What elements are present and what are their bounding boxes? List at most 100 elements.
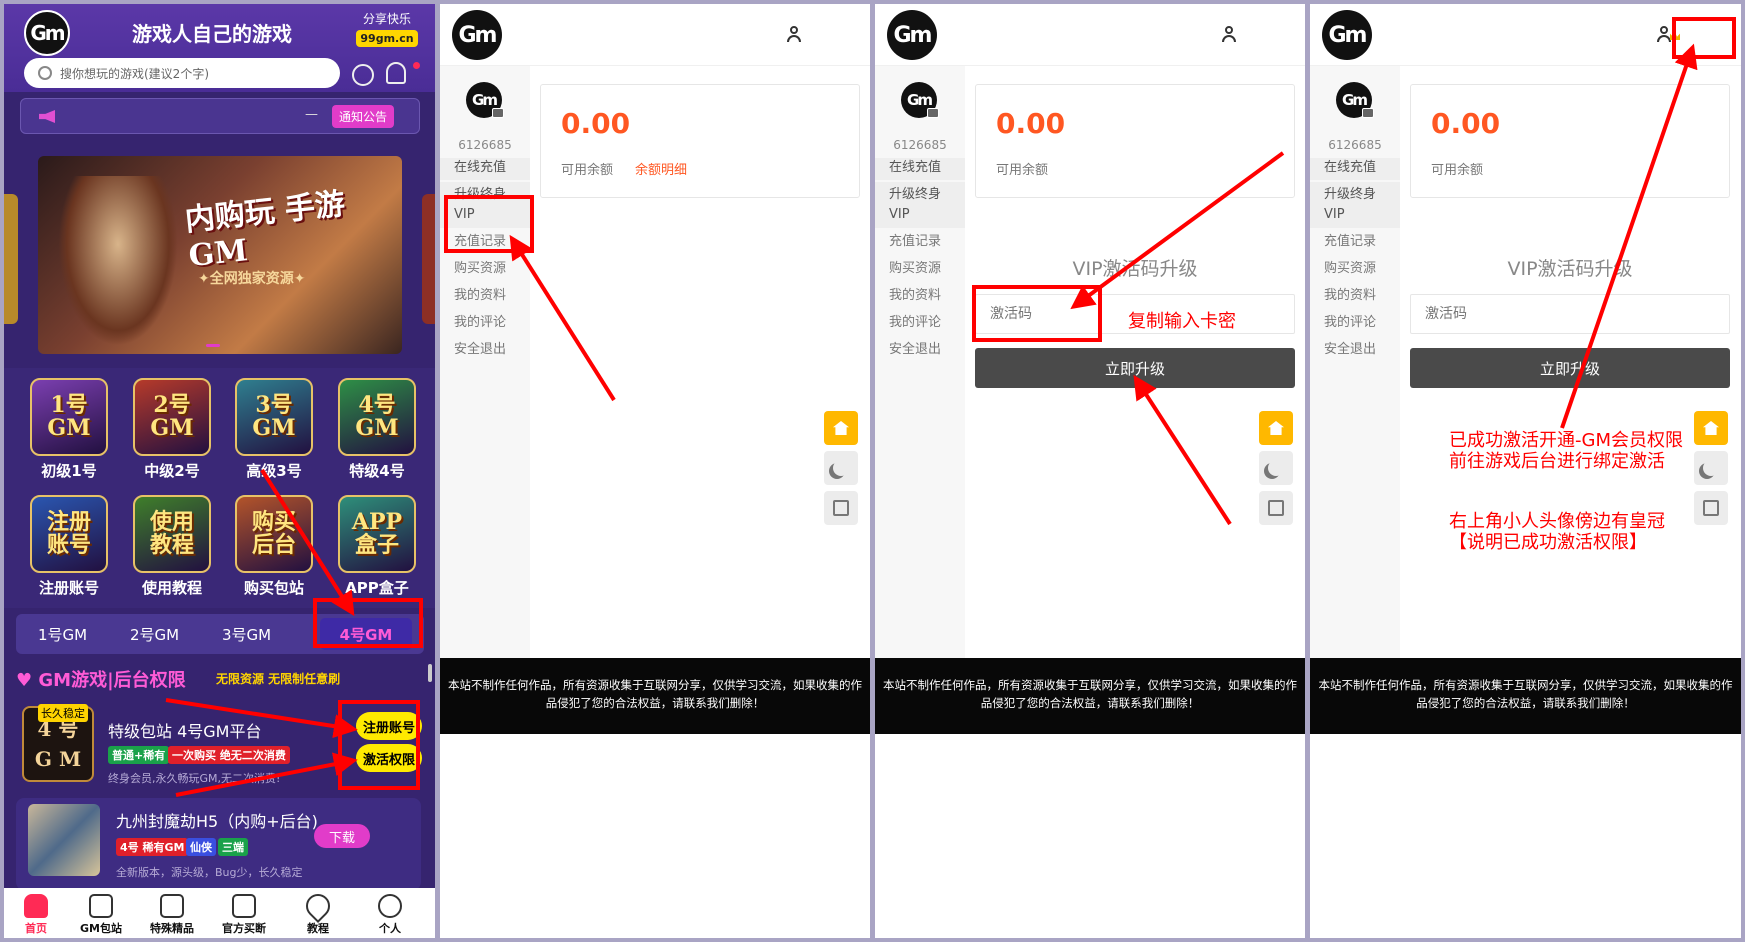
sidebar-item-logout[interactable]: 安全退出 bbox=[875, 340, 965, 360]
category-tile[interactable]: 2号 GM 中级2号 bbox=[129, 378, 215, 481]
home-button[interactable] bbox=[824, 411, 858, 445]
tag-one-time: 一次购买 绝无二次消费 bbox=[168, 746, 290, 764]
grid-icon bbox=[160, 894, 184, 918]
tab-2gm[interactable]: 2号GM bbox=[130, 624, 179, 645]
upgrade-now-button[interactable]: 立即升级 bbox=[975, 348, 1295, 388]
sidebar-item-recharge-history[interactable]: 充值记录 bbox=[875, 232, 965, 252]
sidebar-item-purchase[interactable]: 购买资源 bbox=[440, 259, 530, 279]
home-button[interactable] bbox=[1259, 411, 1293, 445]
gm-logo[interactable]: Gm bbox=[887, 10, 937, 60]
home-icon bbox=[1703, 421, 1719, 435]
tile-label: 购买包站 bbox=[243, 579, 304, 597]
camera-icon[interactable] bbox=[927, 108, 939, 118]
category-tile[interactable]: 使用 教程 使用教程 bbox=[129, 495, 215, 598]
header: Gm bbox=[440, 4, 870, 66]
moon-icon bbox=[833, 460, 849, 476]
category-tile[interactable]: 1号 GM 初级1号 bbox=[26, 378, 112, 481]
sidebar-item-recharge[interactable]: 在线充值 bbox=[1310, 158, 1400, 180]
nav-gm-package[interactable]: GM包站 bbox=[71, 888, 131, 936]
nav-tutorial[interactable]: 教程 bbox=[288, 888, 348, 936]
tile-art: 3号 GM bbox=[235, 378, 313, 456]
disclaimer-footer: 本站不制作任何作品，所有资源收集于互联网分享，仅供学习交流，如果收集的作品侵犯了… bbox=[1310, 658, 1741, 734]
translate-button[interactable] bbox=[824, 491, 858, 525]
home-button[interactable] bbox=[1694, 411, 1728, 445]
sidebar-item-purchase[interactable]: 购买资源 bbox=[875, 259, 965, 279]
balance-detail-link[interactable]: 余额明细 bbox=[635, 159, 687, 178]
sidebar-item-recharge[interactable]: 在线充值 bbox=[440, 158, 530, 180]
sidebar-item-purchase[interactable]: 购买资源 bbox=[1310, 259, 1400, 279]
balance-amount: 0.00 bbox=[996, 107, 1066, 140]
sidebar-item-recharge-history[interactable]: 充值记录 bbox=[1310, 232, 1400, 252]
sidebar-item-vip-upgrade[interactable]: 升级终身 VIP bbox=[1310, 182, 1400, 228]
activation-code-input[interactable] bbox=[1410, 294, 1730, 334]
speaker-icon bbox=[39, 110, 55, 123]
tag-normal-rare: 普通+稀有 bbox=[108, 746, 170, 764]
sidebar-item-profile[interactable]: 我的资料 bbox=[875, 286, 965, 306]
gm-logo[interactable]: Gm bbox=[1322, 10, 1372, 60]
home-icon bbox=[24, 894, 48, 918]
nav-label: GM包站 bbox=[80, 922, 122, 935]
moon-icon bbox=[1268, 460, 1284, 476]
download-button[interactable]: 下载 bbox=[314, 824, 370, 848]
sidebar-item-vip-upgrade[interactable]: 升级终身 VIP bbox=[875, 182, 965, 228]
category-tile[interactable]: 3号 GM 高级3号 bbox=[231, 378, 317, 481]
grid-icon bbox=[89, 894, 113, 918]
sidebar-item-profile[interactable]: 我的资料 bbox=[440, 286, 530, 306]
dark-mode-button[interactable] bbox=[1694, 451, 1728, 485]
user-icon[interactable] bbox=[1656, 26, 1680, 42]
user-id: 6126685 bbox=[1328, 138, 1382, 152]
nav-label: 首页 bbox=[25, 922, 47, 935]
nav-profile[interactable]: 个人 bbox=[360, 888, 420, 936]
tile-label: 初级1号 bbox=[41, 462, 97, 480]
gm-logo[interactable]: Gm bbox=[452, 10, 502, 60]
sidebar-item-comments[interactable]: 我的评论 bbox=[440, 313, 530, 333]
share-badge[interactable]: 分享快乐 99gm.cn bbox=[356, 10, 418, 47]
tab-3gm[interactable]: 3号GM bbox=[222, 624, 271, 645]
camera-icon[interactable] bbox=[1362, 108, 1374, 118]
nav-official-buyout[interactable]: 官方买断 bbox=[214, 888, 274, 936]
user-icon[interactable] bbox=[1221, 26, 1237, 42]
user-icon[interactable] bbox=[786, 26, 802, 42]
tile-label: 特级4号 bbox=[349, 462, 405, 480]
chat-icon[interactable] bbox=[352, 64, 374, 86]
user-center-enter-code: Gm Gm 6126685 在线充值 升级终身 VIP 充值记录 购买资源 我的… bbox=[875, 4, 1305, 938]
user-center-vip-menu: Gm Gm 6126685 在线充值 升级终身 VIP 充值记录 购买资源 我的… bbox=[440, 4, 870, 938]
nav-home[interactable]: 首页 bbox=[6, 888, 66, 936]
search-icon bbox=[38, 66, 52, 80]
balance-card: 0.00 可用余额 bbox=[975, 84, 1295, 198]
dark-mode-button[interactable] bbox=[1259, 451, 1293, 485]
upgrade-now-button[interactable]: 立即升级 bbox=[1410, 348, 1730, 388]
notice-bar[interactable]: — 通知公告 bbox=[20, 98, 420, 134]
sidebar-item-comments[interactable]: 我的评论 bbox=[1310, 313, 1400, 333]
camera-icon[interactable] bbox=[492, 108, 504, 118]
translate-button[interactable] bbox=[1694, 491, 1728, 525]
slogan: 游戏人自己的游戏 bbox=[132, 22, 292, 46]
translate-button[interactable] bbox=[1259, 491, 1293, 525]
user-icon-body bbox=[1222, 35, 1236, 42]
game-card[interactable]: 九州封魔劫H5（内购+后台) 4号 稀有GM 仙侠 三端 全新版本，源头级，Bu… bbox=[16, 798, 421, 890]
user-icon-head bbox=[1660, 26, 1668, 34]
sidebar-item-logout[interactable]: 安全退出 bbox=[1310, 340, 1400, 360]
dark-mode-button[interactable] bbox=[824, 451, 858, 485]
category-tile[interactable]: 注册 账号 注册账号 bbox=[26, 495, 112, 598]
gm-logo[interactable]: Gm bbox=[24, 10, 70, 56]
sidebar-item-profile[interactable]: 我的资料 bbox=[1310, 286, 1400, 306]
nav-label: 特殊精品 bbox=[150, 922, 194, 935]
user-id: 6126685 bbox=[458, 138, 512, 152]
notice-button[interactable]: 通知公告 bbox=[332, 105, 395, 128]
sidebar-item-comments[interactable]: 我的评论 bbox=[875, 313, 965, 333]
search-input[interactable]: 搜你想玩的游戏(建议2个字) bbox=[24, 58, 340, 88]
category-tile[interactable]: 购买 后台 购买包站 bbox=[231, 495, 317, 598]
tile-label: 注册账号 bbox=[38, 579, 99, 597]
bell-icon[interactable] bbox=[386, 62, 406, 84]
scrollbar[interactable] bbox=[428, 664, 432, 682]
promo-banner[interactable]: 内购玩 手游GM ✦全网独家资源✦ bbox=[38, 156, 402, 354]
nav-special[interactable]: 特殊精品 bbox=[142, 888, 202, 936]
category-tile[interactable]: APP 盒子 APP盒子 bbox=[334, 495, 420, 598]
home-icon bbox=[833, 421, 849, 435]
tab-1gm[interactable]: 1号GM bbox=[38, 624, 87, 645]
sidebar-item-recharge[interactable]: 在线充值 bbox=[875, 158, 965, 180]
tile-label: APP盒子 bbox=[345, 579, 409, 597]
category-tile[interactable]: 4号 GM 特级4号 bbox=[334, 378, 420, 481]
sidebar-item-logout[interactable]: 安全退出 bbox=[440, 340, 530, 360]
